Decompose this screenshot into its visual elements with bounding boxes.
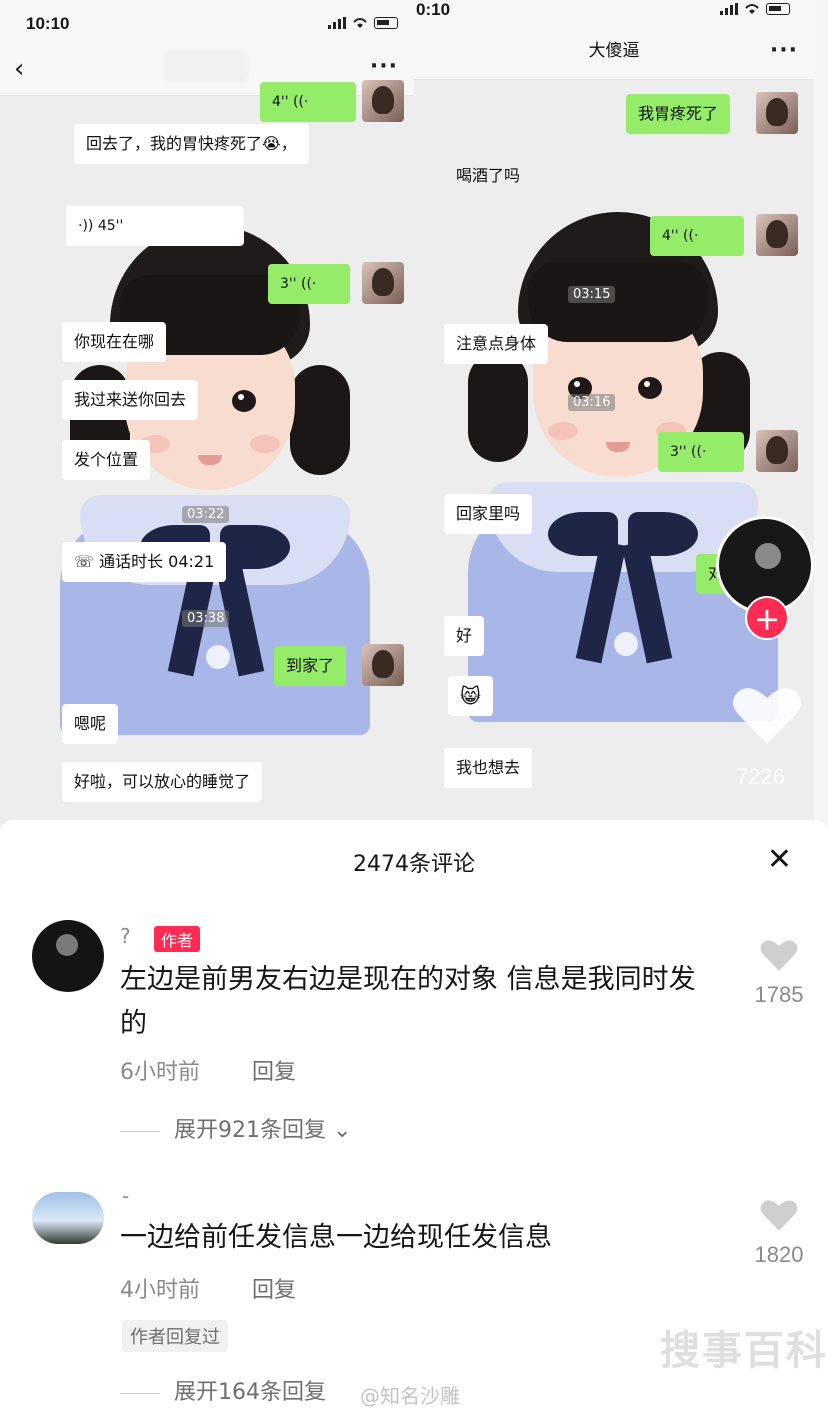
status-bar: 0:10: [414, 0, 814, 30]
timestamp: 03:22: [182, 506, 230, 523]
expand-replies-label: 展开921条回复: [174, 1118, 326, 1143]
blurred-contact-name: [164, 50, 248, 82]
avatar[interactable]: [362, 262, 404, 304]
pigtail-right: [290, 365, 350, 475]
video-like-count: 7226: [736, 764, 785, 789]
call-duration: 通话时长 04:21: [99, 552, 215, 571]
expand-replies-button[interactable]: 展开164条回复: [120, 1374, 326, 1406]
eye-right: [638, 377, 662, 399]
status-icons: [328, 17, 398, 29]
reply-button[interactable]: 回复: [252, 1054, 296, 1086]
avatar[interactable]: [756, 430, 798, 472]
comment-like[interactable]: 1785: [744, 938, 814, 1008]
timestamp: 03:38: [182, 610, 230, 627]
voice-duration: 4'': [272, 94, 289, 110]
signal-icon: [720, 3, 738, 15]
voice-duration: 3'': [670, 444, 687, 460]
avatar[interactable]: [756, 92, 798, 134]
phone-icon: ☏: [74, 552, 100, 571]
heart-icon[interactable]: [760, 1198, 798, 1232]
avatar[interactable]: [32, 1192, 104, 1244]
dress-button: [614, 632, 638, 656]
message-bubble: 嗯呢: [62, 704, 119, 744]
message-bubble: 好: [444, 616, 485, 656]
comment-username[interactable]: ?: [120, 924, 131, 948]
dress-button: [206, 645, 230, 669]
author-replied-tag: 作者回复过: [122, 1320, 228, 1352]
bangs: [528, 262, 708, 342]
voice-duration: 4'': [662, 228, 679, 244]
left-chat-screenshot: 10:10 ‹ ··· 4'' ((· 回去了，我的胃快疼死了😭， ·)) 45…: [0, 0, 414, 830]
eye-right: [232, 390, 256, 412]
more-icon[interactable]: ···: [770, 38, 798, 63]
chat-comparison-image: 10:10 ‹ ··· 4'' ((· 回去了，我的胃快疼死了😭， ·)) 45…: [0, 0, 828, 830]
message-bubble: 好啦，可以放心的睡觉了: [62, 762, 263, 802]
voice-message[interactable]: 4'' ((·: [650, 216, 744, 256]
battery-icon: [374, 17, 398, 29]
reply-button[interactable]: 回复: [252, 1272, 296, 1304]
comment-text: 左边是前男友右边是现在的对象 信息是我同时发的: [120, 964, 696, 1039]
signal-icon: [328, 17, 346, 29]
message-bubble: 到家了: [274, 646, 347, 686]
message-bubble: 回去了，我的胃快疼死了😭，: [74, 124, 309, 164]
chevron-down-icon: ⌄: [326, 1118, 352, 1143]
cheek-right: [250, 435, 280, 453]
message-bubble: 发个位置: [62, 440, 151, 480]
pigtail-left: [468, 352, 528, 462]
watermark-logo: 搜事百科: [660, 1328, 828, 1374]
message-bubble: 你现在在哪: [62, 322, 167, 362]
status-bar: 10:10: [0, 0, 414, 44]
comment-time: 4小时前: [120, 1278, 200, 1303]
comment-time: 6小时前: [120, 1060, 200, 1085]
right-chat-navbar: 大傻逼 ···: [414, 30, 814, 80]
heart-icon[interactable]: [732, 684, 802, 746]
cheek-left: [548, 422, 578, 440]
status-icons: [720, 3, 790, 15]
expand-replies-button[interactable]: 展开921条回复 ⌄: [120, 1112, 351, 1144]
scroll-edge: [814, 0, 828, 830]
message-bubble: 喝酒了吗: [456, 166, 521, 185]
more-icon[interactable]: ···: [370, 54, 398, 79]
voice-duration: 3'': [280, 276, 297, 292]
comment-like[interactable]: 1820: [744, 1198, 814, 1268]
voice-message[interactable]: 3'' ((·: [658, 432, 744, 472]
voice-message[interactable]: 3'' ((·: [268, 264, 350, 304]
message-bubble: 注意点身体: [444, 324, 549, 364]
comment-like-count: 1820: [754, 1242, 804, 1267]
status-time: 0:10: [416, 0, 451, 19]
voice-message[interactable]: ·)) 45'': [66, 206, 244, 246]
comment-username[interactable]: -: [122, 1184, 129, 1208]
expand-replies-label: 展开164条回复: [174, 1380, 326, 1405]
avatar[interactable]: [362, 80, 404, 122]
status-time: 10:10: [26, 14, 70, 33]
avatar[interactable]: [362, 644, 404, 686]
wifi-icon: [745, 4, 759, 14]
weibo-watermark: @知名沙雕: [360, 1384, 460, 1408]
voice-message[interactable]: 4'' ((·: [260, 82, 356, 122]
author-badge: 作者: [154, 926, 201, 952]
comments-sheet: 2474条评论 ✕ ? 作者 左边是前男友右边是现在的对象 信息是我同时发的 6…: [0, 820, 828, 1415]
message-bubble: 我过来送你回去: [62, 380, 199, 420]
chat-title: 大傻逼: [588, 41, 640, 61]
call-record-bubble[interactable]: ☏ 通话时长 04:21: [62, 542, 227, 582]
timestamp: 03:16: [568, 394, 616, 411]
message-bubble: 我胃疼死了: [626, 94, 731, 134]
battery-icon: [766, 3, 790, 15]
comments-count-title: 2474条评论: [353, 852, 475, 877]
emoji-bubble: 😸: [448, 676, 493, 716]
avatar[interactable]: [756, 214, 798, 256]
message-bubble: 回家里吗: [444, 494, 533, 534]
wifi-icon: [353, 18, 367, 28]
comment-like-count: 1785: [754, 982, 804, 1007]
message-bubble: 我也想去: [444, 748, 533, 788]
heart-icon[interactable]: [760, 938, 798, 972]
comment-text: 一边给前任发信息一边给现任发信息: [120, 1222, 552, 1253]
close-icon[interactable]: ✕: [767, 842, 792, 877]
follow-plus-button[interactable]: +: [745, 596, 789, 640]
avatar[interactable]: [32, 920, 104, 992]
back-icon[interactable]: ‹: [14, 54, 24, 84]
timestamp: 03:15: [568, 286, 616, 303]
girl-illustration: [428, 212, 808, 722]
